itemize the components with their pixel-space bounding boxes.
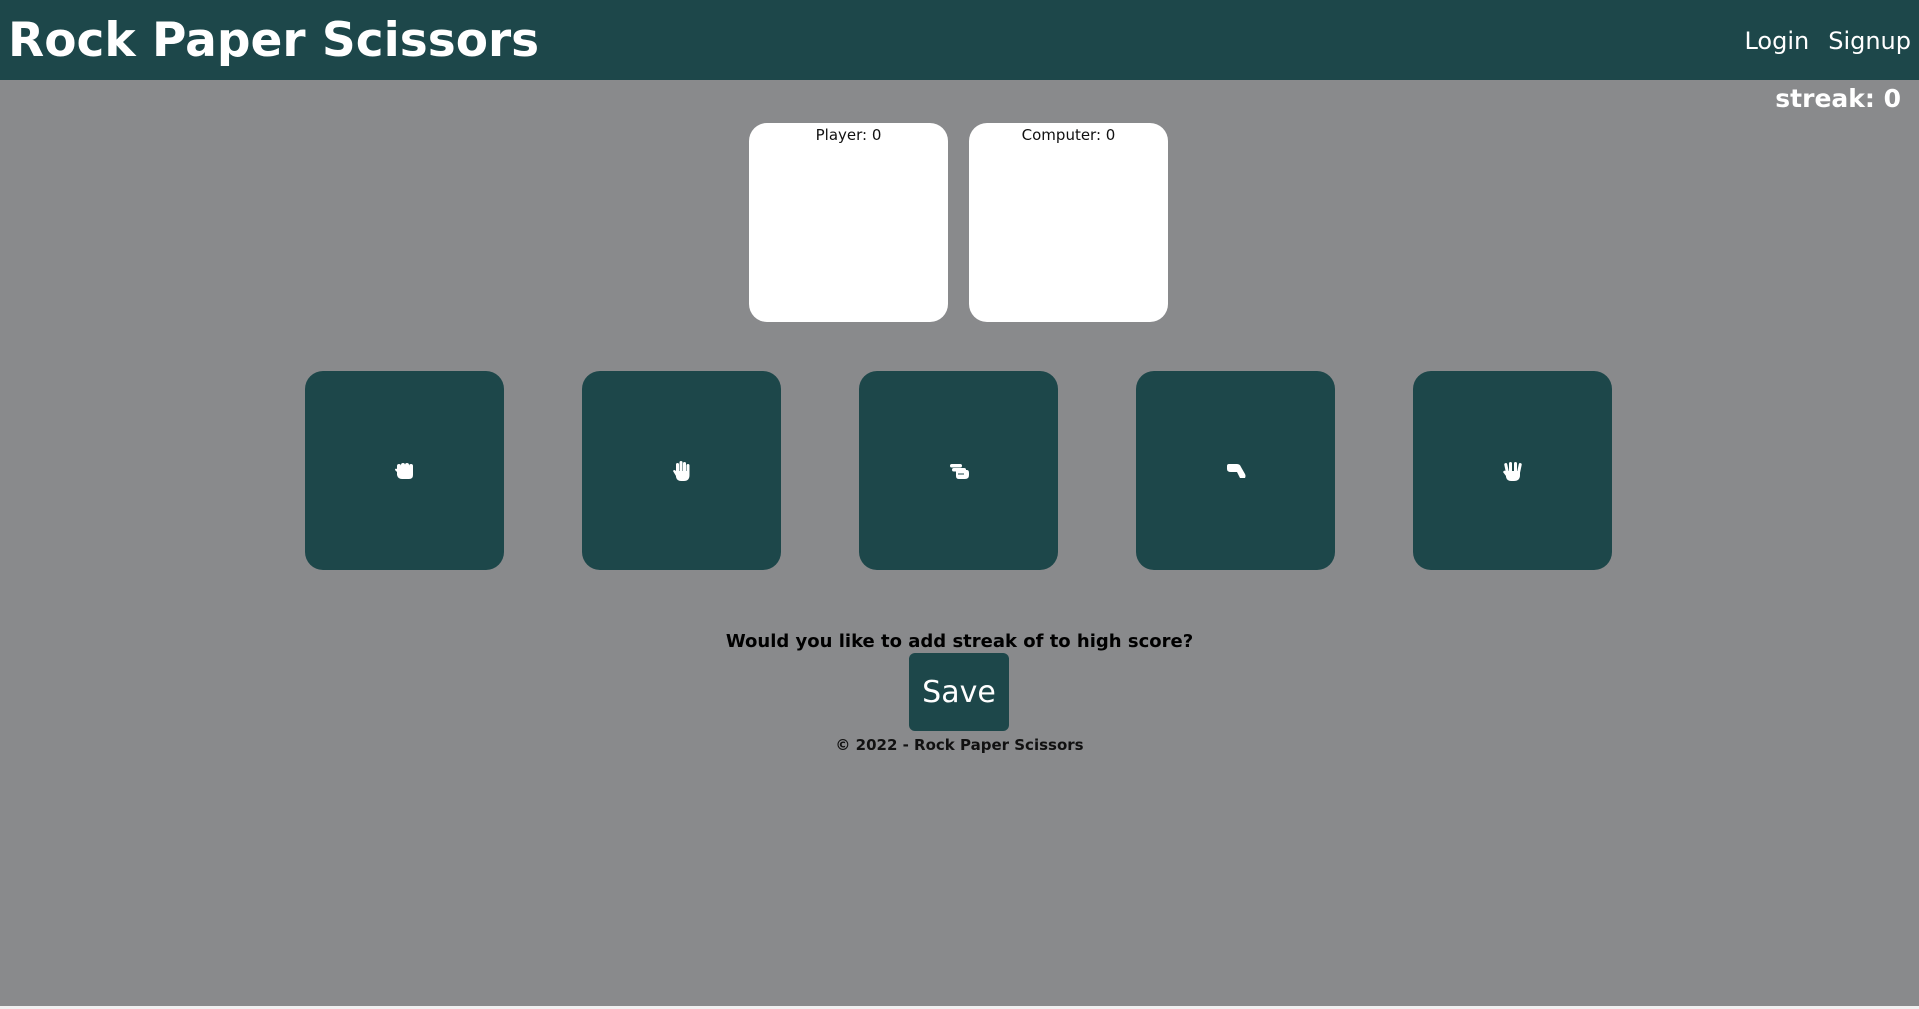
brand-title[interactable]: Rock Paper Scissors — [8, 12, 539, 70]
player-score-card: Player: 0 — [749, 123, 948, 322]
hand-spock-icon — [1502, 461, 1522, 481]
hand-rock-icon — [394, 462, 413, 479]
save-button[interactable]: Save — [909, 653, 1009, 731]
player-score-label: Player: 0 — [815, 126, 882, 144]
save-streak-prompt: Would you like to add streak of to high … — [725, 631, 1194, 652]
lizard-button[interactable] — [1136, 371, 1335, 570]
hand-scissors-icon — [949, 463, 969, 479]
spock-button[interactable] — [1413, 371, 1612, 570]
hand-paper-icon — [672, 460, 689, 481]
paper-button[interactable] — [582, 371, 781, 570]
rock-button[interactable] — [305, 371, 504, 570]
login-link[interactable]: Login — [1744, 24, 1809, 58]
navbar: Rock Paper Scissors Login Signup — [0, 0, 1919, 80]
scissors-button[interactable] — [859, 371, 1058, 570]
footer-copyright: © 2022 - Rock Paper Scissors — [835, 736, 1084, 754]
hand-lizard-icon — [1226, 463, 1245, 478]
computer-score-label: Computer: 0 — [1021, 126, 1116, 144]
signup-link[interactable]: Signup — [1828, 24, 1911, 58]
streak-counter: streak: 0 — [1775, 84, 1901, 113]
nav-links: Login Signup — [1744, 24, 1911, 58]
computer-score-card: Computer: 0 — [969, 123, 1168, 322]
